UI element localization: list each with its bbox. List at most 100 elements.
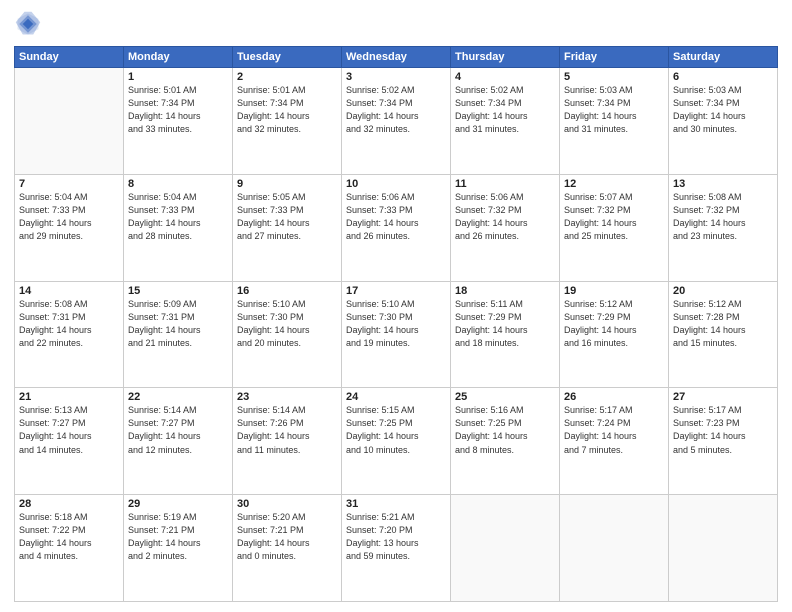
day-info: Sunrise: 5:08 AMSunset: 7:31 PMDaylight:… [19,298,119,350]
day-cell: 23Sunrise: 5:14 AMSunset: 7:26 PMDayligh… [233,388,342,495]
day-cell: 28Sunrise: 5:18 AMSunset: 7:22 PMDayligh… [15,495,124,602]
day-info: Sunrise: 5:01 AMSunset: 7:34 PMDaylight:… [128,84,228,136]
day-cell: 2Sunrise: 5:01 AMSunset: 7:34 PMDaylight… [233,68,342,175]
day-number: 7 [19,178,119,190]
logo-icon [14,10,42,38]
day-number: 14 [19,285,119,297]
day-cell: 29Sunrise: 5:19 AMSunset: 7:21 PMDayligh… [124,495,233,602]
day-info: Sunrise: 5:17 AMSunset: 7:24 PMDaylight:… [564,404,664,456]
day-cell: 13Sunrise: 5:08 AMSunset: 7:32 PMDayligh… [669,174,778,281]
day-number: 28 [19,498,119,510]
day-info: Sunrise: 5:04 AMSunset: 7:33 PMDaylight:… [19,191,119,243]
day-info: Sunrise: 5:14 AMSunset: 7:26 PMDaylight:… [237,404,337,456]
weekday-header-saturday: Saturday [669,47,778,68]
day-number: 26 [564,391,664,403]
day-cell: 9Sunrise: 5:05 AMSunset: 7:33 PMDaylight… [233,174,342,281]
day-cell: 1Sunrise: 5:01 AMSunset: 7:34 PMDaylight… [124,68,233,175]
day-cell: 15Sunrise: 5:09 AMSunset: 7:31 PMDayligh… [124,281,233,388]
day-number: 23 [237,391,337,403]
day-number: 2 [237,71,337,83]
day-number: 5 [564,71,664,83]
day-number: 24 [346,391,446,403]
weekday-header-wednesday: Wednesday [342,47,451,68]
day-cell: 8Sunrise: 5:04 AMSunset: 7:33 PMDaylight… [124,174,233,281]
day-cell [451,495,560,602]
week-row-1: 1Sunrise: 5:01 AMSunset: 7:34 PMDaylight… [15,68,778,175]
weekday-row: SundayMondayTuesdayWednesdayThursdayFrid… [15,47,778,68]
day-cell: 22Sunrise: 5:14 AMSunset: 7:27 PMDayligh… [124,388,233,495]
day-number: 27 [673,391,773,403]
day-number: 15 [128,285,228,297]
day-info: Sunrise: 5:09 AMSunset: 7:31 PMDaylight:… [128,298,228,350]
weekday-header-monday: Monday [124,47,233,68]
day-cell: 7Sunrise: 5:04 AMSunset: 7:33 PMDaylight… [15,174,124,281]
day-number: 29 [128,498,228,510]
day-info: Sunrise: 5:02 AMSunset: 7:34 PMDaylight:… [455,84,555,136]
day-info: Sunrise: 5:19 AMSunset: 7:21 PMDaylight:… [128,511,228,563]
day-info: Sunrise: 5:07 AMSunset: 7:32 PMDaylight:… [564,191,664,243]
day-info: Sunrise: 5:16 AMSunset: 7:25 PMDaylight:… [455,404,555,456]
day-info: Sunrise: 5:15 AMSunset: 7:25 PMDaylight:… [346,404,446,456]
day-number: 31 [346,498,446,510]
day-cell [15,68,124,175]
day-info: Sunrise: 5:03 AMSunset: 7:34 PMDaylight:… [673,84,773,136]
day-number: 4 [455,71,555,83]
day-number: 20 [673,285,773,297]
day-cell: 27Sunrise: 5:17 AMSunset: 7:23 PMDayligh… [669,388,778,495]
calendar-body: 1Sunrise: 5:01 AMSunset: 7:34 PMDaylight… [15,68,778,602]
day-info: Sunrise: 5:14 AMSunset: 7:27 PMDaylight:… [128,404,228,456]
day-number: 30 [237,498,337,510]
day-cell: 31Sunrise: 5:21 AMSunset: 7:20 PMDayligh… [342,495,451,602]
weekday-header-sunday: Sunday [15,47,124,68]
day-number: 1 [128,71,228,83]
day-number: 8 [128,178,228,190]
day-number: 9 [237,178,337,190]
weekday-header-tuesday: Tuesday [233,47,342,68]
day-cell: 16Sunrise: 5:10 AMSunset: 7:30 PMDayligh… [233,281,342,388]
day-cell: 4Sunrise: 5:02 AMSunset: 7:34 PMDaylight… [451,68,560,175]
day-cell: 25Sunrise: 5:16 AMSunset: 7:25 PMDayligh… [451,388,560,495]
day-cell: 19Sunrise: 5:12 AMSunset: 7:29 PMDayligh… [560,281,669,388]
day-info: Sunrise: 5:21 AMSunset: 7:20 PMDaylight:… [346,511,446,563]
day-info: Sunrise: 5:03 AMSunset: 7:34 PMDaylight:… [564,84,664,136]
day-info: Sunrise: 5:08 AMSunset: 7:32 PMDaylight:… [673,191,773,243]
day-info: Sunrise: 5:06 AMSunset: 7:32 PMDaylight:… [455,191,555,243]
day-info: Sunrise: 5:10 AMSunset: 7:30 PMDaylight:… [237,298,337,350]
calendar-header: SundayMondayTuesdayWednesdayThursdayFrid… [15,47,778,68]
header [14,10,778,38]
day-number: 21 [19,391,119,403]
day-number: 11 [455,178,555,190]
day-cell: 5Sunrise: 5:03 AMSunset: 7:34 PMDaylight… [560,68,669,175]
day-info: Sunrise: 5:17 AMSunset: 7:23 PMDaylight:… [673,404,773,456]
week-row-3: 14Sunrise: 5:08 AMSunset: 7:31 PMDayligh… [15,281,778,388]
day-info: Sunrise: 5:06 AMSunset: 7:33 PMDaylight:… [346,191,446,243]
calendar-table: SundayMondayTuesdayWednesdayThursdayFrid… [14,46,778,602]
day-cell [560,495,669,602]
day-cell: 3Sunrise: 5:02 AMSunset: 7:34 PMDaylight… [342,68,451,175]
day-info: Sunrise: 5:05 AMSunset: 7:33 PMDaylight:… [237,191,337,243]
day-number: 3 [346,71,446,83]
day-cell: 30Sunrise: 5:20 AMSunset: 7:21 PMDayligh… [233,495,342,602]
day-number: 25 [455,391,555,403]
day-info: Sunrise: 5:01 AMSunset: 7:34 PMDaylight:… [237,84,337,136]
week-row-2: 7Sunrise: 5:04 AMSunset: 7:33 PMDaylight… [15,174,778,281]
page: SundayMondayTuesdayWednesdayThursdayFrid… [0,0,792,612]
day-number: 10 [346,178,446,190]
day-info: Sunrise: 5:12 AMSunset: 7:29 PMDaylight:… [564,298,664,350]
day-info: Sunrise: 5:20 AMSunset: 7:21 PMDaylight:… [237,511,337,563]
day-number: 16 [237,285,337,297]
logo [14,10,46,38]
day-cell: 11Sunrise: 5:06 AMSunset: 7:32 PMDayligh… [451,174,560,281]
day-cell: 26Sunrise: 5:17 AMSunset: 7:24 PMDayligh… [560,388,669,495]
day-number: 13 [673,178,773,190]
day-cell: 6Sunrise: 5:03 AMSunset: 7:34 PMDaylight… [669,68,778,175]
day-number: 18 [455,285,555,297]
week-row-4: 21Sunrise: 5:13 AMSunset: 7:27 PMDayligh… [15,388,778,495]
week-row-5: 28Sunrise: 5:18 AMSunset: 7:22 PMDayligh… [15,495,778,602]
day-info: Sunrise: 5:04 AMSunset: 7:33 PMDaylight:… [128,191,228,243]
day-number: 19 [564,285,664,297]
day-info: Sunrise: 5:13 AMSunset: 7:27 PMDaylight:… [19,404,119,456]
weekday-header-thursday: Thursday [451,47,560,68]
weekday-header-friday: Friday [560,47,669,68]
day-info: Sunrise: 5:10 AMSunset: 7:30 PMDaylight:… [346,298,446,350]
